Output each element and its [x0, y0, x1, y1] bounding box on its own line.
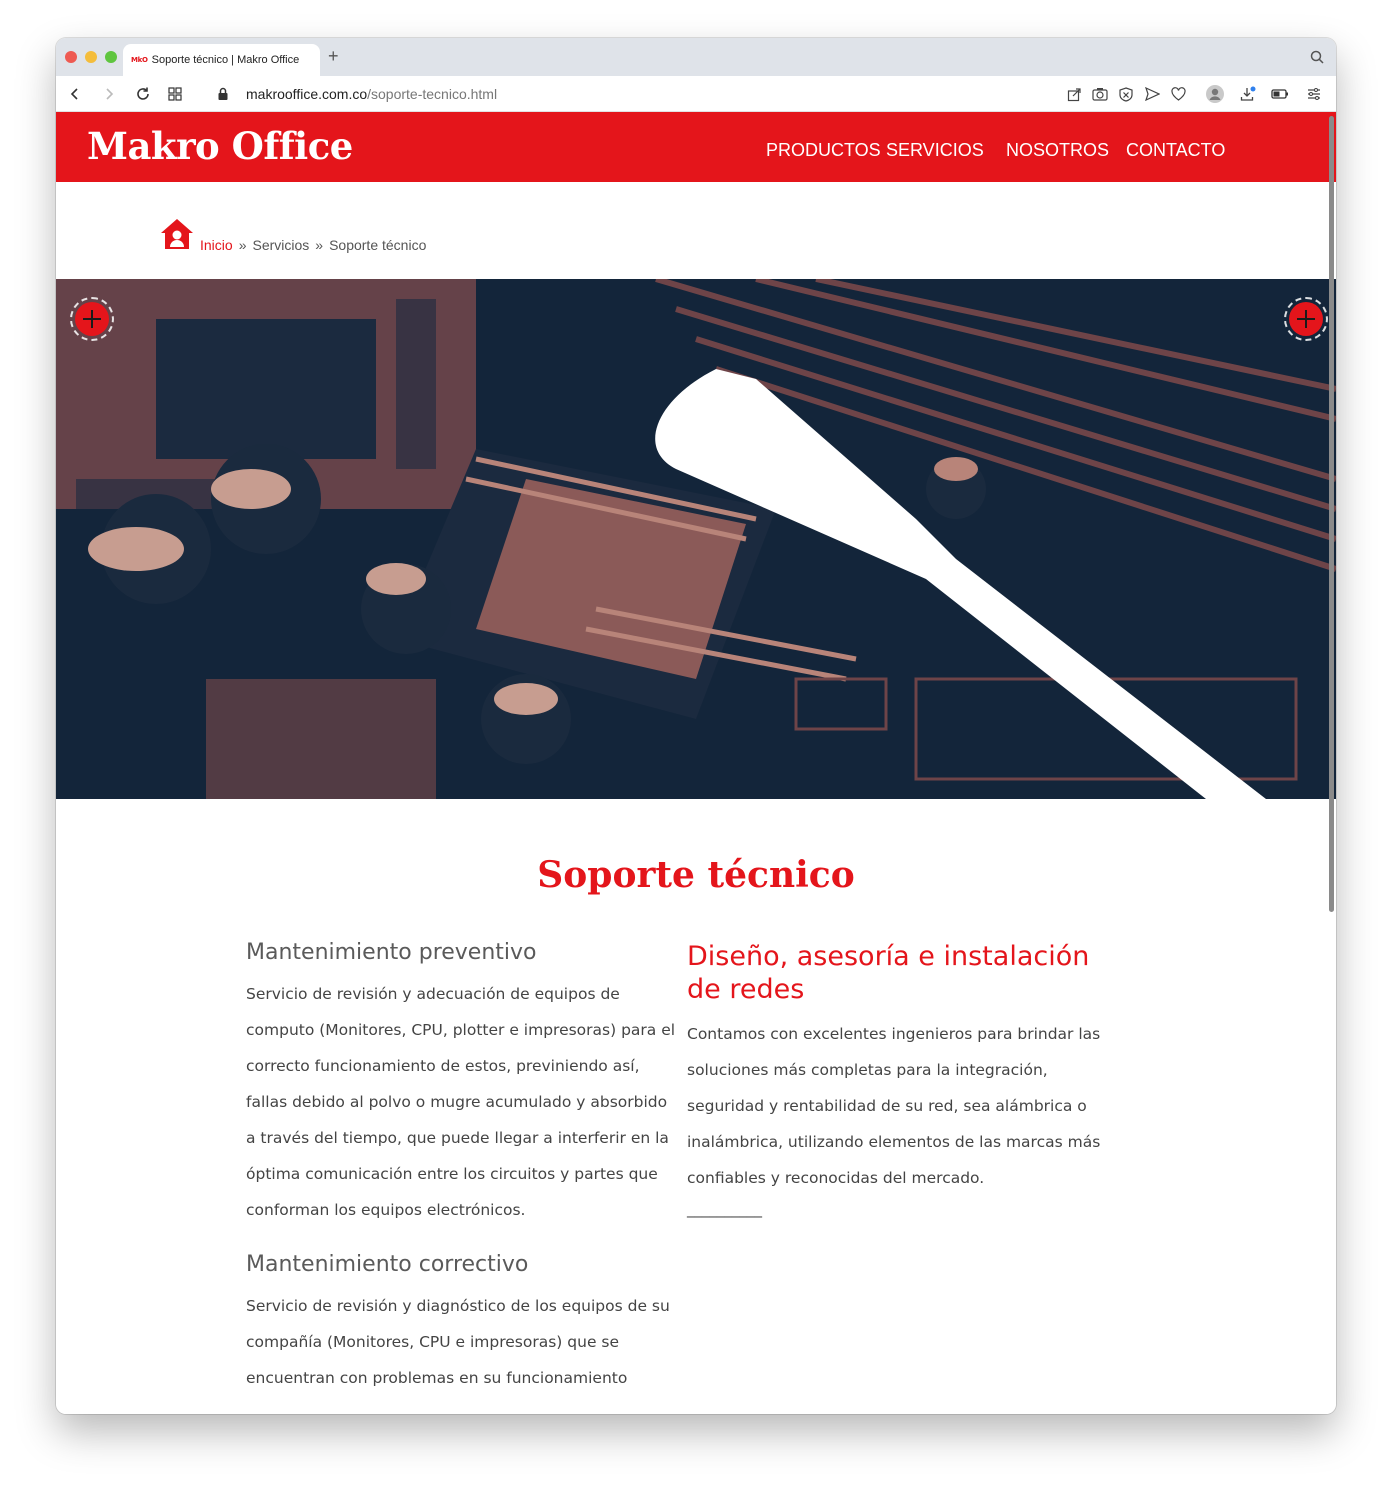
minimize-window-button[interactable]	[85, 51, 97, 63]
tab-search-icon[interactable]	[1310, 50, 1324, 69]
speed-dial-icon[interactable]	[166, 85, 184, 103]
new-tab-button[interactable]: +	[328, 47, 339, 65]
nav-nosotros[interactable]: NOSOTROS	[1006, 140, 1109, 161]
heading-redes: Diseño, asesoría e instalación de redes	[687, 941, 1090, 1005]
page-scrollbar[interactable]	[1329, 116, 1334, 912]
divider-underline: __________	[687, 1200, 762, 1218]
lock-icon	[214, 85, 232, 103]
left-column: Mantenimiento preventivo Servicio de rev…	[246, 938, 676, 1396]
crosshair-next-icon[interactable]	[1284, 297, 1328, 341]
battery-saver-icon[interactable]	[1271, 85, 1289, 103]
heading-mantenimiento-correctivo: Mantenimiento correctivo	[246, 1252, 529, 1277]
forward-icon[interactable]	[100, 85, 118, 103]
url-domain: makrooffice.com.co	[246, 86, 368, 102]
adblock-shield-icon[interactable]	[1117, 85, 1135, 103]
breadcrumb-home-link[interactable]: Inicio	[200, 237, 233, 253]
hero-banner	[56, 279, 1336, 799]
favicon-icon: MkO	[131, 56, 148, 64]
page-title: Soporte técnico	[537, 854, 855, 896]
right-column: Diseño, asesoría e instalación de redes …	[687, 938, 1117, 1218]
maximize-window-button[interactable]	[105, 51, 117, 63]
text-mantenimiento-preventivo: Servicio de revisión y adecuación de equ…	[246, 985, 676, 1219]
breadcrumb-separator: »	[315, 237, 324, 253]
nav-productos[interactable]: PRODUCTOS	[766, 140, 881, 161]
address-bar[interactable]: makrooffice.com.co/soporte-tecnico.html	[246, 86, 497, 102]
breadcrumb-separator: »	[238, 237, 247, 253]
url-path: /soporte-tecnico.html	[367, 86, 498, 102]
house-icon[interactable]	[160, 218, 194, 253]
browser-toolbar: makrooffice.com.co/soporte-tecnico.html	[56, 76, 1336, 112]
easy-setup-icon[interactable]	[1305, 85, 1323, 103]
heading-mantenimiento-preventivo: Mantenimiento preventivo	[246, 940, 537, 965]
send-icon[interactable]	[1143, 85, 1161, 103]
text-redes: Contamos con excelentes ingenieros para …	[687, 1025, 1101, 1187]
crosshair-prev-icon[interactable]	[70, 297, 114, 341]
site-header: Makro Office PRODUCTOS SERVICIOS NOSOTRO…	[56, 112, 1336, 182]
reload-icon[interactable]	[134, 85, 152, 103]
browser-window: MkO Soporte técnico | Makro Office + mak…	[56, 38, 1336, 1414]
profile-avatar-icon[interactable]	[1206, 85, 1224, 103]
breadcrumb-current: Soporte técnico	[329, 237, 427, 253]
tab-strip: MkO Soporte técnico | Makro Office +	[56, 38, 1336, 76]
share-icon[interactable]	[1065, 85, 1083, 103]
text-mantenimiento-correctivo: Servicio de revisión y diagnóstico de lo…	[246, 1297, 670, 1387]
back-icon[interactable]	[66, 85, 84, 103]
heart-icon[interactable]	[1169, 85, 1187, 103]
tab-soporte-tecnico[interactable]: MkO Soporte técnico | Makro Office	[123, 44, 320, 76]
nav-contacto[interactable]: CONTACTO	[1126, 140, 1225, 161]
circuit-board-image	[56, 279, 1336, 799]
tab-title: Soporte técnico | Makro Office	[151, 54, 300, 66]
nav-servicios[interactable]: SERVICIOS	[886, 140, 984, 161]
breadcrumb-servicios[interactable]: Servicios	[252, 237, 309, 253]
breadcrumb: Inicio » Servicios » Soporte técnico	[160, 218, 426, 253]
download-icon[interactable]	[1239, 85, 1257, 103]
camera-icon[interactable]	[1091, 85, 1109, 103]
site-logo[interactable]: Makro Office	[87, 124, 353, 168]
page-viewport: Makro Office PRODUCTOS SERVICIOS NOSOTRO…	[56, 112, 1336, 1414]
close-window-button[interactable]	[65, 51, 77, 63]
